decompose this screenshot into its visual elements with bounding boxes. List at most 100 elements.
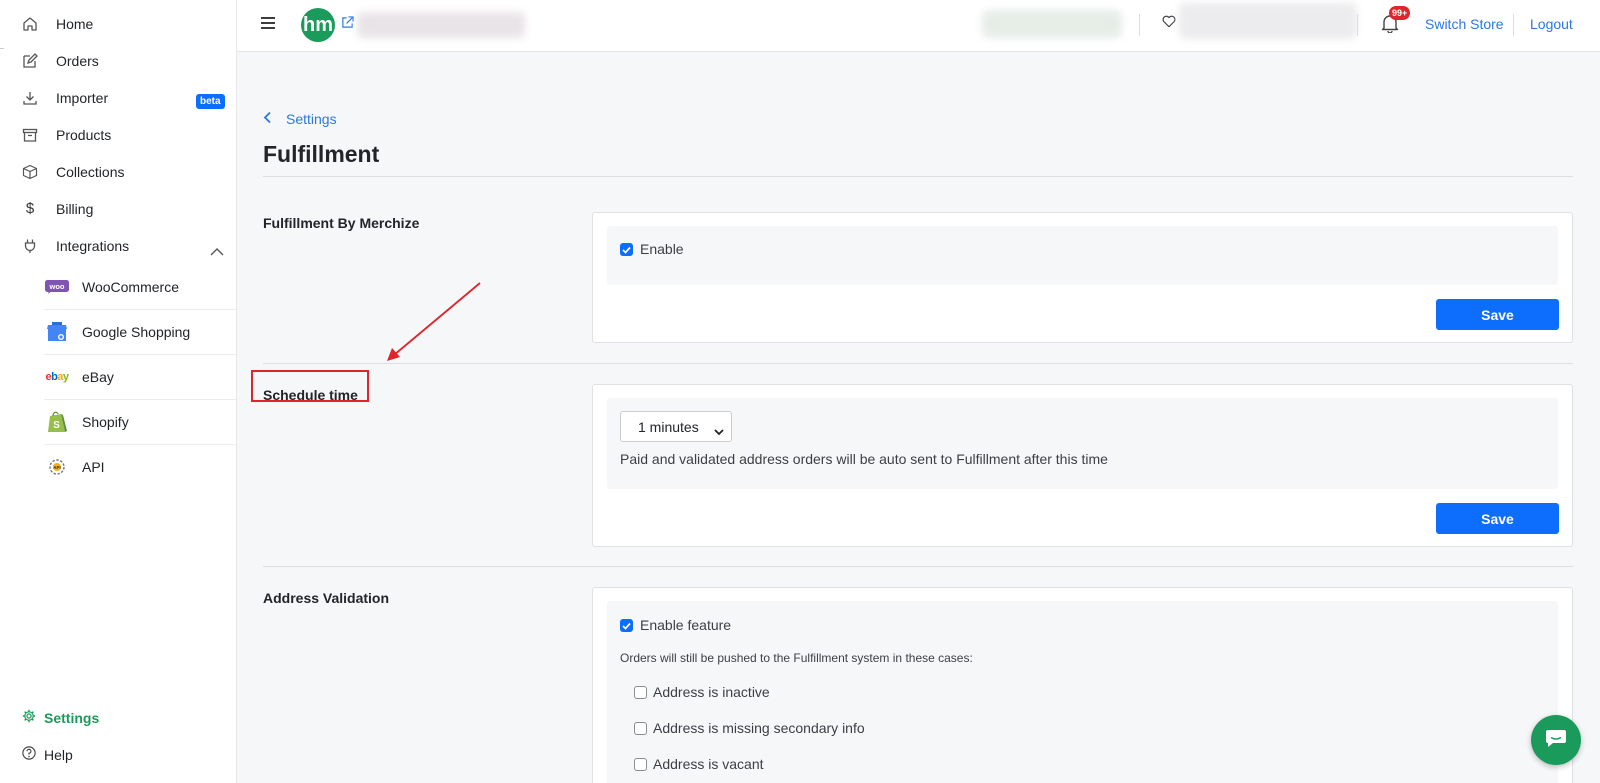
svg-text:API: API (53, 465, 61, 470)
sidebar-item-label: WooCommerce (82, 278, 179, 295)
page-title: Fulfillment (263, 141, 380, 167)
sidebar-item-label: Collections (56, 163, 125, 180)
chevron-down-icon (714, 423, 724, 439)
beta-badge: beta (196, 94, 225, 109)
sidebar-item-google-shopping[interactable]: Google Shopping (44, 309, 236, 355)
sidebar-item-help[interactable]: Help (22, 746, 73, 763)
sidebar-item-label: Home (56, 15, 94, 32)
menu-icon[interactable] (261, 16, 275, 34)
enable-feature-label: Enable feature (640, 617, 732, 633)
sidebar-item-integrations[interactable]: Integrations (0, 227, 236, 264)
section-label-address: Address Validation (263, 590, 390, 606)
home-icon (21, 15, 39, 33)
schedule-help-text: Paid and validated address orders will b… (620, 451, 1108, 467)
address-vacant-checkbox[interactable] (634, 758, 647, 771)
sidebar-item-settings[interactable]: Settings (22, 709, 99, 726)
sidebar-item-label: Settings (44, 709, 100, 726)
shopify-icon: S (45, 410, 69, 434)
logo-text: hm (303, 13, 333, 36)
sidebar-item-products[interactable]: Products (0, 116, 236, 153)
chat-button[interactable] (1531, 715, 1581, 765)
help-icon (22, 746, 36, 763)
woocommerce-icon: woo (45, 275, 69, 299)
chevron-up-icon[interactable] (210, 243, 224, 261)
box-icon (21, 163, 39, 181)
sidebar-item-orders[interactable]: Orders (0, 42, 236, 79)
sidebar-item-api[interactable]: API API (44, 444, 236, 490)
enable-feature-checkbox[interactable] (620, 619, 633, 632)
sidebar-item-label: Google Shopping (82, 323, 191, 340)
breadcrumb[interactable]: Settings (263, 111, 337, 127)
redacted-user (1179, 3, 1357, 39)
plug-icon (21, 237, 39, 255)
google-shopping-icon (45, 320, 69, 344)
svg-text:woo: woo (49, 282, 65, 291)
chevron-left-icon (263, 111, 272, 127)
option-label: Address is vacant (653, 756, 764, 772)
fbm-panel: Enable (607, 226, 1558, 285)
api-icon: API (45, 455, 69, 479)
enable-checkbox[interactable] (620, 243, 633, 256)
sidebar-item-label: Integrations (56, 237, 130, 254)
sidebar: Home Orders Importer beta Products Colle… (0, 0, 237, 783)
address-inactive-checkbox[interactable] (634, 686, 647, 699)
gear-icon (22, 709, 36, 726)
redacted-info (982, 10, 1122, 38)
option-label: Address is missing secondary info (653, 720, 865, 736)
enable-label: Enable (640, 241, 684, 257)
divider (1513, 14, 1514, 36)
highlight-box (251, 370, 369, 402)
divider (263, 176, 1573, 177)
ebay-icon: ebay (45, 370, 69, 383)
sidebar-item-label: Orders (56, 52, 99, 69)
schedule-time-select[interactable]: 1 minutes (620, 411, 732, 442)
sidebar-item-label: Products (56, 126, 112, 143)
download-icon (21, 89, 39, 107)
sidebar-item-label: Shopify (82, 413, 129, 430)
option-label: Address is inactive (653, 684, 770, 700)
sidebar-item-ebay[interactable]: ebay eBay (44, 354, 236, 400)
schedule-card: 1 minutes Paid and validated address ord… (592, 384, 1573, 547)
chat-icon (1544, 728, 1568, 753)
sidebar-item-home[interactable]: Home (0, 5, 236, 42)
sidebar-item-label: Billing (56, 200, 94, 217)
address-missing-secondary-checkbox[interactable] (634, 722, 647, 735)
external-link-icon[interactable] (341, 16, 354, 34)
topbar: hm 99+ Switch Store Logout (237, 0, 1600, 52)
sidebar-item-collections[interactable]: Collections (0, 153, 236, 190)
notification-badge: 99+ (1389, 6, 1411, 20)
address-note: Orders will still be pushed to the Fulfi… (620, 651, 973, 665)
section-label-fbm: Fulfillment By Merchize (263, 215, 420, 231)
store-logo[interactable]: hm (301, 8, 335, 42)
back-label: Settings (286, 111, 337, 127)
fbm-card: Enable Save (592, 212, 1573, 343)
dollar-icon: $ (25, 200, 35, 217)
main-content: Settings Fulfillment Fulfillment By Merc… (237, 52, 1600, 783)
heart-icon[interactable] (1162, 15, 1176, 33)
logout-link[interactable]: Logout (1530, 16, 1573, 32)
save-button[interactable]: Save (1436, 299, 1559, 330)
save-button[interactable]: Save (1436, 503, 1559, 534)
schedule-panel: 1 minutes Paid and validated address ord… (607, 398, 1558, 489)
sidebar-item-label: API (82, 459, 105, 475)
edit-icon (21, 52, 39, 70)
divider (1357, 14, 1358, 36)
sidebar-item-shopify[interactable]: S Shopify (44, 399, 236, 445)
sidebar-item-billing[interactable]: $ Billing (0, 190, 236, 227)
address-card: Enable feature Orders will still be push… (592, 587, 1573, 783)
settings-page: Settings Fulfillment Fulfillment By Merc… (237, 68, 1600, 783)
svg-text:S: S (53, 420, 60, 431)
sidebar-item-label: Importer (56, 89, 109, 106)
archive-icon (21, 126, 39, 144)
redacted-store-name (357, 12, 525, 38)
address-panel: Enable feature Orders will still be push… (607, 601, 1558, 783)
divider (263, 566, 1573, 567)
sidebar-item-label: Help (44, 746, 73, 763)
annotation-arrow (387, 282, 481, 361)
switch-store-link[interactable]: Switch Store (1425, 16, 1504, 32)
select-value: 1 minutes (638, 418, 699, 435)
sidebar-item-label: eBay (82, 368, 114, 385)
sidebar-item-woocommerce[interactable]: woo WooCommerce (44, 264, 236, 310)
scrollbar[interactable] (1583, 52, 1600, 783)
divider (1139, 14, 1140, 36)
